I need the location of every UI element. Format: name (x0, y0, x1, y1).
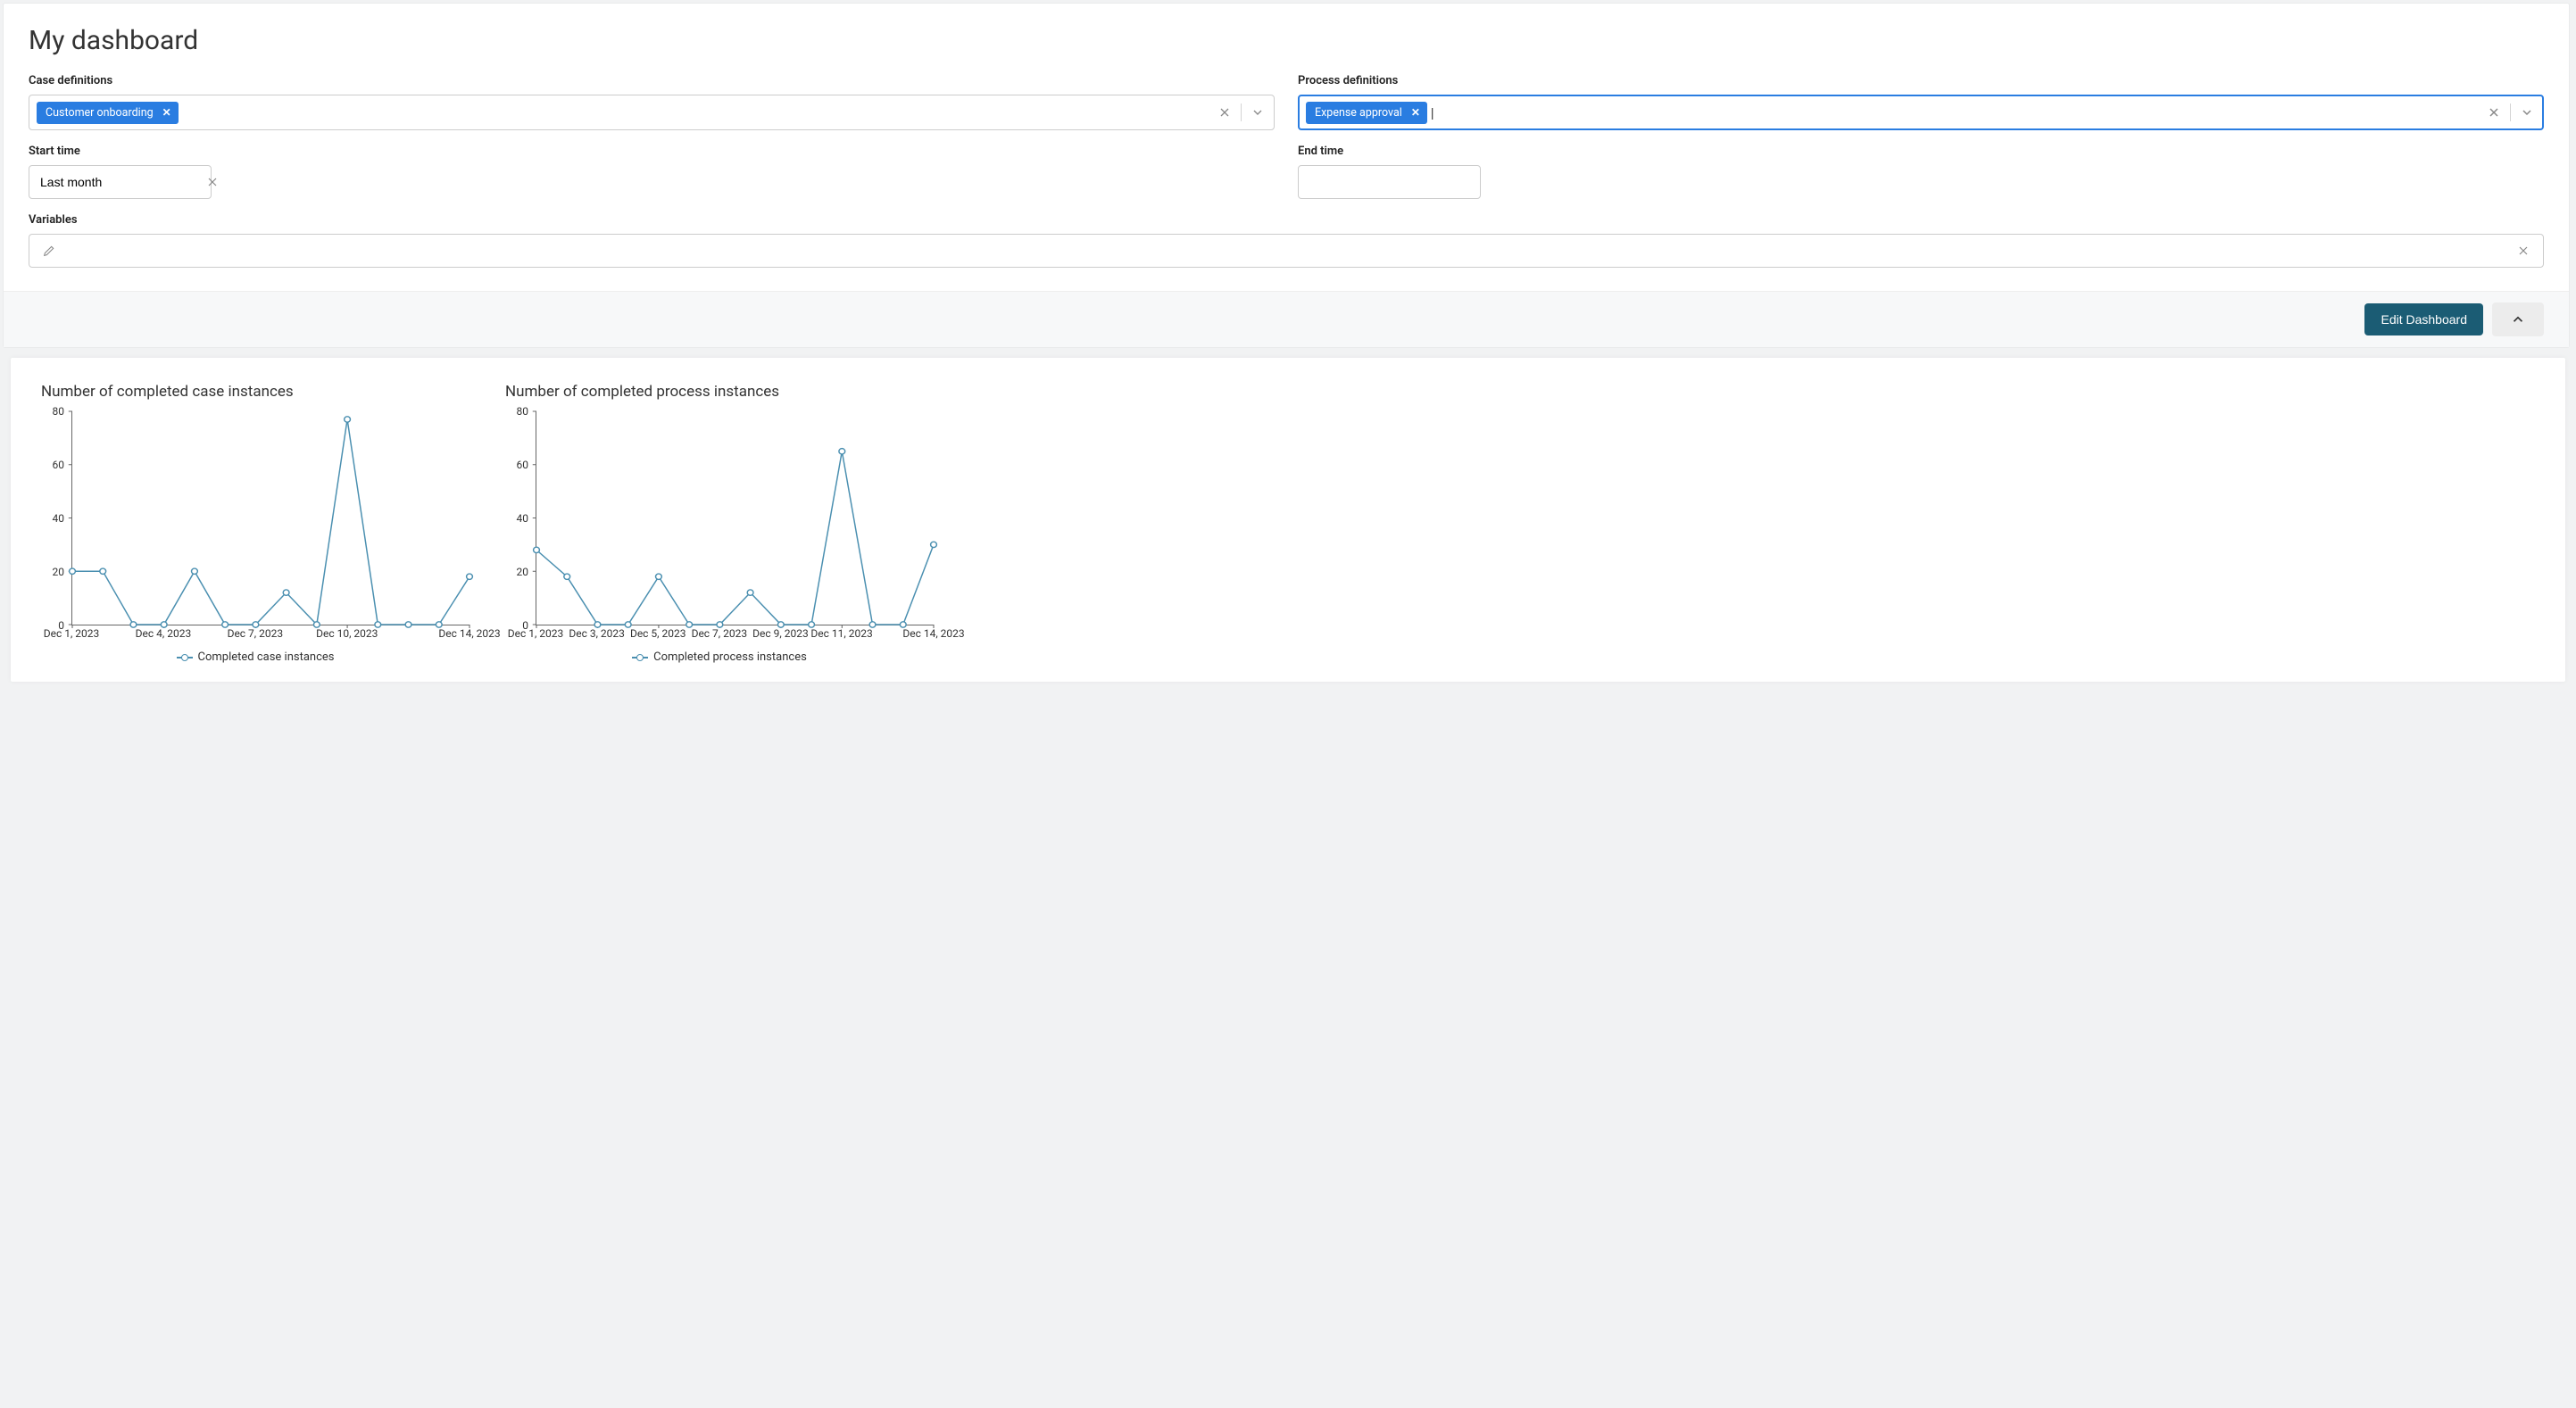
clear-icon[interactable] (202, 171, 223, 193)
filter-tag-label: Expense approval (1315, 106, 1402, 120)
clear-icon[interactable] (1214, 102, 1235, 123)
clear-icon[interactable] (2513, 240, 2534, 261)
close-icon[interactable]: ✕ (1411, 107, 1420, 118)
chart-title: Number of completed process instances (505, 383, 934, 401)
legend-label: Completed case instances (198, 650, 335, 664)
start-time-input[interactable] (29, 165, 212, 199)
y-tick-label: 60 (517, 459, 529, 471)
y-tick-label: 20 (517, 566, 529, 578)
pencil-icon[interactable] (38, 240, 60, 261)
page-title: My dashboard (29, 25, 2544, 56)
y-tick-label: 80 (53, 405, 65, 418)
chart-plot: 020406080Dec 1, 2023Dec 4, 2023Dec 7, 20… (71, 411, 469, 643)
panel-footer: Edit Dashboard (4, 291, 2569, 347)
chart-title: Number of completed case instances (41, 383, 469, 401)
y-tick-label: 40 (53, 512, 65, 525)
end-time-label: End time (1298, 145, 2544, 158)
filters-panel: My dashboard Case definitions Customer o… (4, 4, 2569, 347)
chart-plot: 020406080Dec 1, 2023Dec 3, 2023Dec 5, 20… (536, 411, 934, 643)
start-time-label: Start time (29, 145, 1275, 158)
x-tick-label: Dec 10, 2023 (316, 627, 378, 640)
start-time-value[interactable] (40, 175, 202, 189)
x-tick-label: Dec 14, 2023 (438, 627, 500, 640)
x-tick-label: Dec 7, 2023 (692, 627, 748, 640)
process-definitions-label: Process definitions (1298, 74, 2544, 87)
y-tick-label: 40 (517, 512, 529, 525)
legend-swatch-icon (177, 657, 193, 658)
x-tick-label: Dec 5, 2023 (630, 627, 686, 640)
charts-panel: Number of completed case instances 020406… (11, 358, 2565, 682)
divider (1241, 104, 1242, 121)
chart: Number of completed process instances 020… (505, 383, 934, 664)
case-definitions-select[interactable]: Customer onboarding ✕ (29, 95, 1275, 130)
filter-tag: Expense approval ✕ (1306, 102, 1427, 124)
x-tick-label: Dec 4, 2023 (136, 627, 192, 640)
end-time-value[interactable] (1309, 175, 1473, 189)
chart: Number of completed case instances 020406… (41, 383, 469, 664)
variables-input[interactable] (29, 234, 2544, 268)
edit-dashboard-button[interactable]: Edit Dashboard (2364, 303, 2483, 335)
chevron-down-icon[interactable] (1247, 102, 1268, 123)
filter-tag: Customer onboarding ✕ (37, 102, 179, 124)
y-tick-label: 80 (517, 405, 529, 418)
filter-tag-label: Customer onboarding (46, 106, 154, 120)
y-tick-label: 20 (53, 566, 65, 578)
chart-legend: Completed case instances (41, 650, 469, 664)
chart-legend: Completed process instances (505, 650, 934, 664)
x-tick-label: Dec 11, 2023 (810, 627, 872, 640)
text-cursor: | (1431, 106, 1434, 119)
clear-icon[interactable] (2483, 102, 2505, 123)
variables-label: Variables (29, 213, 2544, 227)
divider (2510, 104, 2511, 121)
y-tick-label: 60 (53, 459, 65, 471)
x-tick-label: Dec 1, 2023 (44, 627, 100, 640)
close-icon[interactable]: ✕ (162, 107, 171, 118)
case-definitions-label: Case definitions (29, 74, 1275, 87)
collapse-button[interactable] (2492, 302, 2544, 336)
legend-label: Completed process instances (653, 650, 807, 664)
x-tick-label: Dec 3, 2023 (569, 627, 625, 640)
x-tick-label: Dec 14, 2023 (902, 627, 964, 640)
process-definitions-select[interactable]: Expense approval ✕ | (1298, 95, 2544, 130)
end-time-input[interactable] (1298, 165, 1481, 199)
x-tick-label: Dec 7, 2023 (228, 627, 284, 640)
x-tick-label: Dec 9, 2023 (752, 627, 809, 640)
x-tick-label: Dec 1, 2023 (508, 627, 564, 640)
legend-swatch-icon (632, 657, 648, 658)
chevron-down-icon[interactable] (2516, 102, 2538, 123)
